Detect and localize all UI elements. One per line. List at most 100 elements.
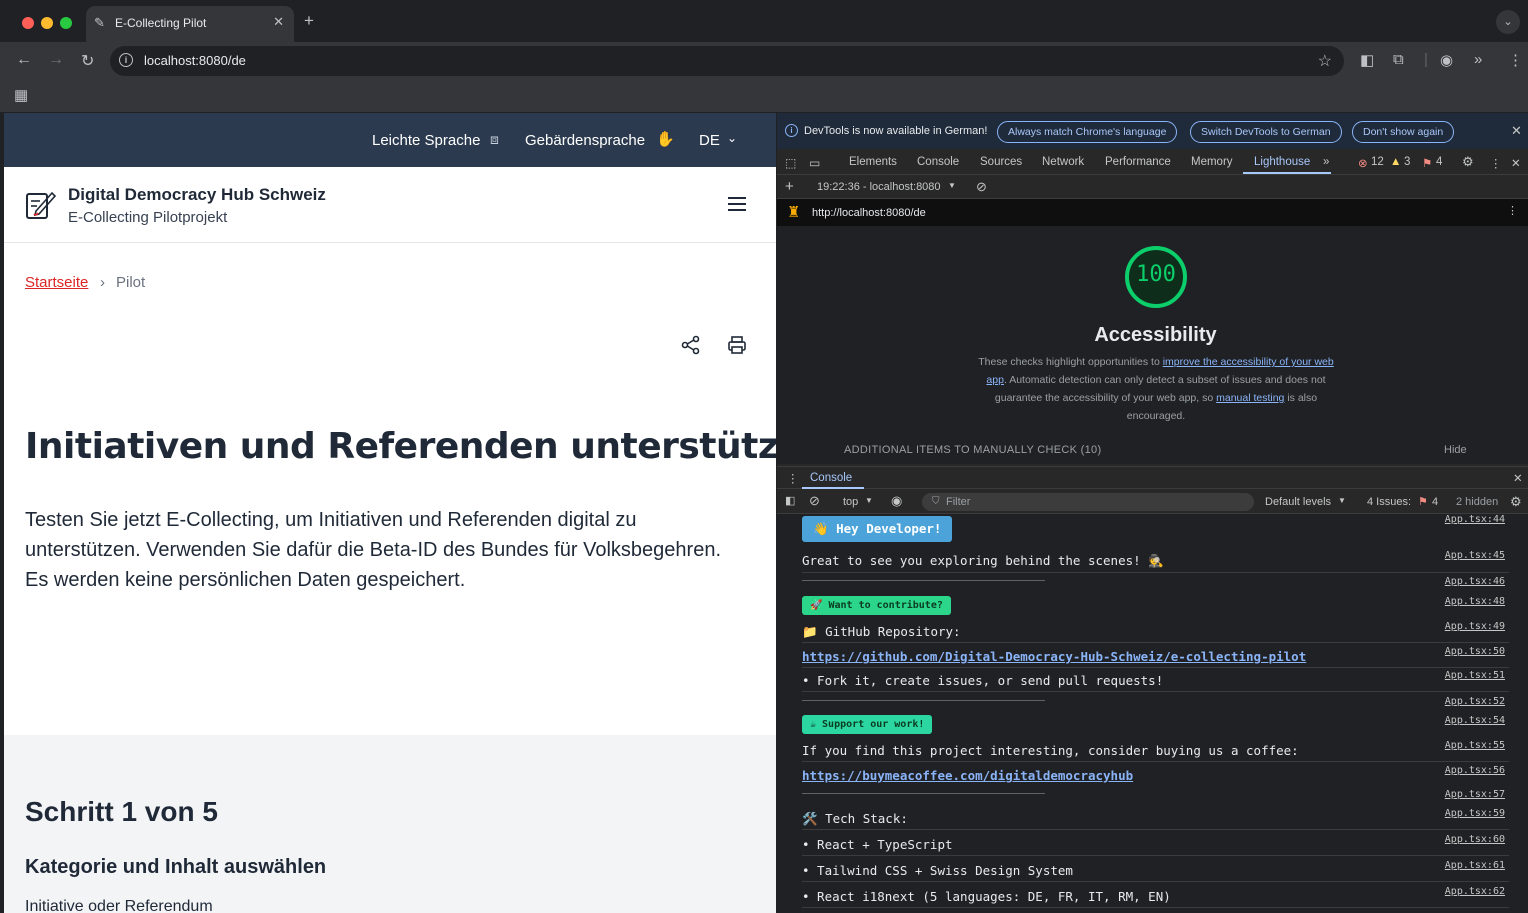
console-filter-input[interactable]: ⛉ Filter [922,493,1254,511]
share-icon[interactable] [681,335,701,355]
console-issues-count[interactable]: 4 [1432,496,1438,508]
dont-show-again-button[interactable]: Don't show again [1352,121,1455,143]
tab-sources[interactable]: Sources [980,156,1022,168]
browser-tab[interactable]: ✎ E-Collecting Pilot ✕ [86,6,294,42]
address-bar[interactable]: i localhost:8080/de ☆ [110,46,1344,76]
clear-console-icon[interactable]: ⊘ [809,493,820,509]
drawer-menu-icon[interactable]: ⋮ [787,471,799,485]
new-tab-icon[interactable]: + [304,11,314,31]
levels-caret-icon[interactable]: ▼ [1338,496,1346,505]
sidebar-toggle-icon[interactable]: ◧ [785,494,795,507]
log-line: If you find this project interesting, co… [777,740,1528,760]
source-link[interactable]: App.tsx:44 [1445,514,1505,525]
issues-flag-icon-console[interactable]: ⚑ [1418,495,1428,508]
issues-label[interactable]: 4 Issues: [1367,496,1411,508]
hide-button[interactable]: Hide [1444,444,1467,456]
drawer-tab-console[interactable]: Console [810,472,852,484]
source-link[interactable]: App.tsx:56 [1445,765,1505,776]
source-link[interactable]: App.tsx:51 [1445,670,1505,681]
buymeacoffee-link[interactable]: https://buymeacoffee.com/digitaldemocrac… [802,768,1133,783]
source-link[interactable]: App.tsx:45 [1445,550,1505,561]
new-report-icon[interactable]: + [785,178,794,195]
reload-icon[interactable]: ↻ [81,51,94,71]
source-link[interactable]: App.tsx:52 [1445,696,1505,707]
manual-testing-link[interactable]: manual testing [1216,392,1284,404]
manual-check-header[interactable]: ADDITIONAL ITEMS TO MANUALLY CHECK (10) [844,444,1101,456]
log-separator [802,761,1509,762]
site-logo-icon[interactable] [24,187,58,221]
breadcrumb-separator: › [100,274,105,291]
tab-elements[interactable]: Elements [849,156,897,168]
github-repo-link[interactable]: https://github.com/Digital-Democracy-Hub… [802,649,1306,664]
site-title[interactable]: Digital Democracy Hub Schweiz [68,185,326,205]
source-link[interactable]: App.tsx:60 [1445,834,1505,845]
site-header: Digital Democracy Hub Schweiz E-Collecti… [4,167,776,243]
switch-german-button[interactable]: Switch DevTools to German [1190,121,1342,143]
console-settings-icon[interactable]: ⚙ [1510,494,1522,510]
close-devtools-icon[interactable]: ✕ [1511,156,1521,170]
match-language-button[interactable]: Always match Chrome's language [997,121,1178,143]
site-info-icon[interactable]: i [119,53,133,67]
source-link[interactable]: App.tsx:61 [1445,860,1505,871]
device-toolbar-icon[interactable]: ▭ [809,156,820,170]
tab-lighthouse[interactable]: Lighthouse [1254,156,1310,168]
source-link[interactable]: App.tsx:55 [1445,740,1505,751]
report-selector[interactable]: 19:22:36 - localhost:8080 [817,181,941,193]
tab-search-icon[interactable]: ⌄ [1496,10,1520,34]
more-tabs-icon[interactable]: » [1323,156,1329,168]
kebab-menu-icon[interactable]: ⋮ [1508,51,1523,69]
context-caret-icon[interactable]: ▼ [865,496,873,505]
close-tab-icon[interactable]: ✕ [273,14,284,30]
error-count[interactable]: 12 [1371,156,1384,168]
warning-icon[interactable]: ▲ [1390,156,1401,168]
live-expression-eye-icon[interactable]: ◉ [891,493,902,509]
chevron-right-icon[interactable]: » [1474,51,1482,68]
source-link[interactable]: App.tsx:54 [1445,715,1505,726]
source-link[interactable]: App.tsx:48 [1445,596,1505,607]
warning-count[interactable]: 3 [1404,156,1410,168]
forward-icon[interactable]: → [48,51,64,69]
dropdown-caret-icon[interactable]: ▼ [948,181,956,190]
apps-grid-icon[interactable]: ▦ [14,86,28,104]
error-icon[interactable]: ⊗ [1358,156,1368,170]
inspect-element-icon[interactable]: ⬚ [785,156,796,170]
hamburger-menu-icon[interactable] [728,197,746,211]
tab-network[interactable]: Network [1042,156,1084,168]
tab-console[interactable]: Console [917,156,959,168]
tab-performance[interactable]: Performance [1105,156,1171,168]
clear-reports-icon[interactable]: ⊘ [976,179,987,195]
source-link[interactable]: App.tsx:57 [1445,789,1505,800]
log-levels-selector[interactable]: Default levels [1265,496,1331,508]
tab-memory[interactable]: Memory [1191,156,1233,168]
close-infobar-icon[interactable]: ✕ [1511,123,1522,139]
puzzle-icon[interactable]: ⧉ [1393,51,1404,68]
issues-count[interactable]: 4 [1436,156,1442,168]
bookmark-star-icon[interactable]: ☆ [1318,51,1332,71]
context-selector[interactable]: top [843,496,858,508]
step-heading: Kategorie und Inhalt auswählen [25,856,327,878]
sign-language-link[interactable]: Gebärdensprache [525,132,645,149]
close-drawer-icon[interactable]: ✕ [1513,471,1523,485]
close-window-button[interactable] [22,17,34,29]
extension-icon[interactable]: ◧ [1360,51,1374,69]
easy-language-link[interactable]: Leichte Sprache [372,132,480,149]
print-icon[interactable] [727,335,747,355]
source-link[interactable]: App.tsx:50 [1445,646,1505,657]
profile-icon[interactable]: ◉ [1440,51,1453,69]
report-menu-icon[interactable]: ⋮ [1507,204,1518,217]
back-icon[interactable]: ← [16,51,32,69]
maximize-window-button[interactable] [60,17,72,29]
breadcrumb-home[interactable]: Startseite [25,274,88,291]
category-description: These checks highlight opportunities to … [973,353,1339,425]
sign-language-icon: ✋ [656,131,675,148]
source-link[interactable]: App.tsx:59 [1445,808,1505,819]
minimize-window-button[interactable] [41,17,53,29]
chevron-down-icon[interactable]: ⌄ [727,131,737,145]
language-selector[interactable]: DE [699,132,720,149]
issues-flag-icon[interactable]: ⚑ [1422,156,1432,170]
source-link[interactable]: App.tsx:49 [1445,621,1505,632]
settings-gear-icon[interactable]: ⚙ [1462,154,1474,170]
source-link[interactable]: App.tsx:46 [1445,576,1505,587]
source-link[interactable]: App.tsx:62 [1445,886,1505,897]
devtools-menu-icon[interactable]: ⋮ [1490,156,1502,170]
